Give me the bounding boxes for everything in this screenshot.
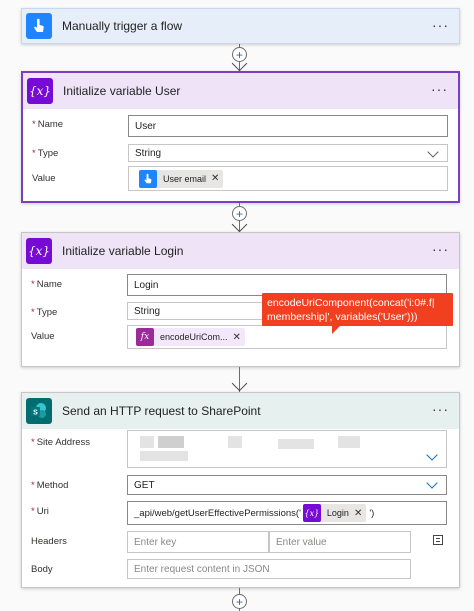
uri-input[interactable]: _api/web/getUserEffectivePermissions(' {… — [127, 501, 447, 525]
fx-icon: fx — [136, 328, 154, 346]
body-label: Body — [31, 564, 53, 575]
type-select[interactable]: String — [127, 302, 277, 320]
more-options-icon[interactable]: ··· — [432, 18, 449, 32]
init-variable-user-card[interactable]: {x} Initialize variable User ··· * Name U… — [21, 71, 460, 203]
trigger-card[interactable]: Manually trigger a flow ··· — [21, 8, 460, 44]
body-input[interactable]: Enter request content in JSON — [127, 559, 411, 579]
chevron-down-icon — [426, 477, 438, 489]
value-label: Value — [32, 173, 56, 184]
http-title: Send an HTTP request to SharePoint — [62, 404, 261, 418]
init-login-header[interactable]: {x} Initialize variable Login ··· — [22, 233, 459, 269]
arrow-down-icon — [231, 375, 248, 392]
init-login-title: Initialize variable Login — [62, 244, 184, 258]
trigger-title: Manually trigger a flow — [62, 19, 183, 33]
more-options-icon[interactable]: ··· — [431, 82, 448, 96]
http-request-card[interactable]: S Send an HTTP request to SharePoint ···… — [21, 392, 460, 588]
expression-token[interactable]: fx encodeUriCom... ✕ — [136, 328, 245, 346]
svg-text:S: S — [33, 410, 38, 417]
http-header[interactable]: S Send an HTTP request to SharePoint ··· — [22, 393, 459, 429]
insert-step-plus-icon[interactable]: + — [232, 594, 247, 609]
value-input[interactable]: fx encodeUriCom... ✕ — [127, 325, 447, 349]
expression-tooltip: encodeUriComponent(concat('i:0#.f| membe… — [262, 293, 453, 334]
sharepoint-icon: S — [26, 398, 52, 424]
method-select[interactable]: GET — [127, 475, 447, 495]
variable-icon: {x} — [27, 78, 53, 104]
header-value-input[interactable]: Enter value — [269, 531, 411, 553]
switch-to-text-mode-icon[interactable] — [433, 535, 443, 545]
type-label: * Type — [31, 307, 58, 318]
login-variable-token[interactable]: {x} Login ✕ — [302, 504, 367, 522]
site-address-select[interactable] — [127, 430, 447, 468]
value-label: Value — [31, 331, 55, 342]
init-user-header[interactable]: {x} Initialize variable User ··· — [23, 73, 458, 109]
more-options-icon[interactable]: ··· — [432, 242, 449, 256]
remove-token-icon[interactable]: ✕ — [211, 173, 219, 184]
site-address-label: * Site Address — [31, 437, 91, 448]
trigger-header[interactable]: Manually trigger a flow ··· — [22, 9, 459, 43]
more-options-icon[interactable]: ··· — [432, 402, 449, 416]
headers-label: Headers — [31, 536, 67, 547]
type-select[interactable]: String — [128, 144, 448, 162]
method-label: * Method — [31, 480, 69, 491]
name-input[interactable]: User — [128, 115, 448, 137]
name-label: * Name — [31, 279, 63, 290]
variable-icon: {x} — [26, 238, 52, 264]
remove-token-icon[interactable]: ✕ — [354, 508, 362, 519]
name-label: * Name — [32, 119, 64, 130]
uri-label: * Uri — [31, 506, 49, 517]
type-label: * Type — [32, 148, 59, 159]
remove-token-icon[interactable]: ✕ — [233, 332, 241, 343]
user-email-token[interactable]: User email ✕ — [139, 169, 224, 188]
variable-icon: {x} — [302, 504, 321, 522]
touch-icon — [139, 169, 157, 188]
chevron-down-icon — [427, 146, 439, 158]
touch-icon — [26, 13, 52, 39]
value-input[interactable]: User email ✕ — [128, 166, 448, 191]
chevron-down-icon — [426, 449, 438, 461]
header-key-input[interactable]: Enter key — [127, 531, 269, 553]
init-user-title: Initialize variable User — [63, 84, 181, 98]
